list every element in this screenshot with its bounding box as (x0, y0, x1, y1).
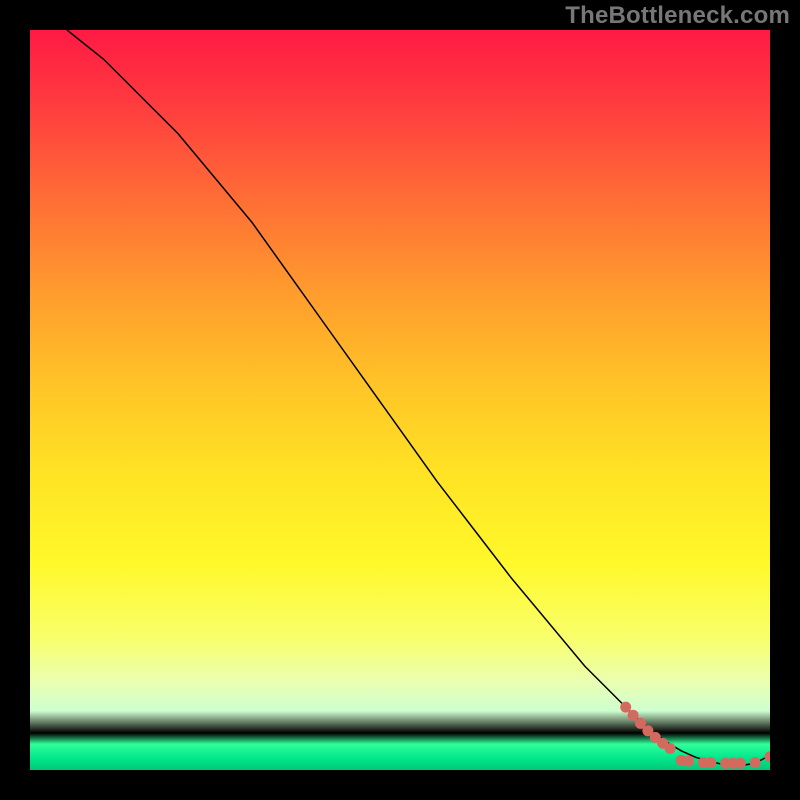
chart-svg (30, 30, 770, 770)
data-point (735, 758, 746, 769)
data-point (750, 757, 761, 768)
data-point (683, 756, 694, 767)
plot-area (30, 30, 770, 770)
data-point (620, 702, 631, 713)
gradient-background (30, 30, 770, 770)
data-point (705, 757, 716, 768)
watermark-text: TheBottleneck.com (565, 2, 790, 30)
data-point (628, 710, 639, 721)
data-point (665, 743, 676, 754)
chart-frame: TheBottleneck.com (0, 0, 800, 800)
